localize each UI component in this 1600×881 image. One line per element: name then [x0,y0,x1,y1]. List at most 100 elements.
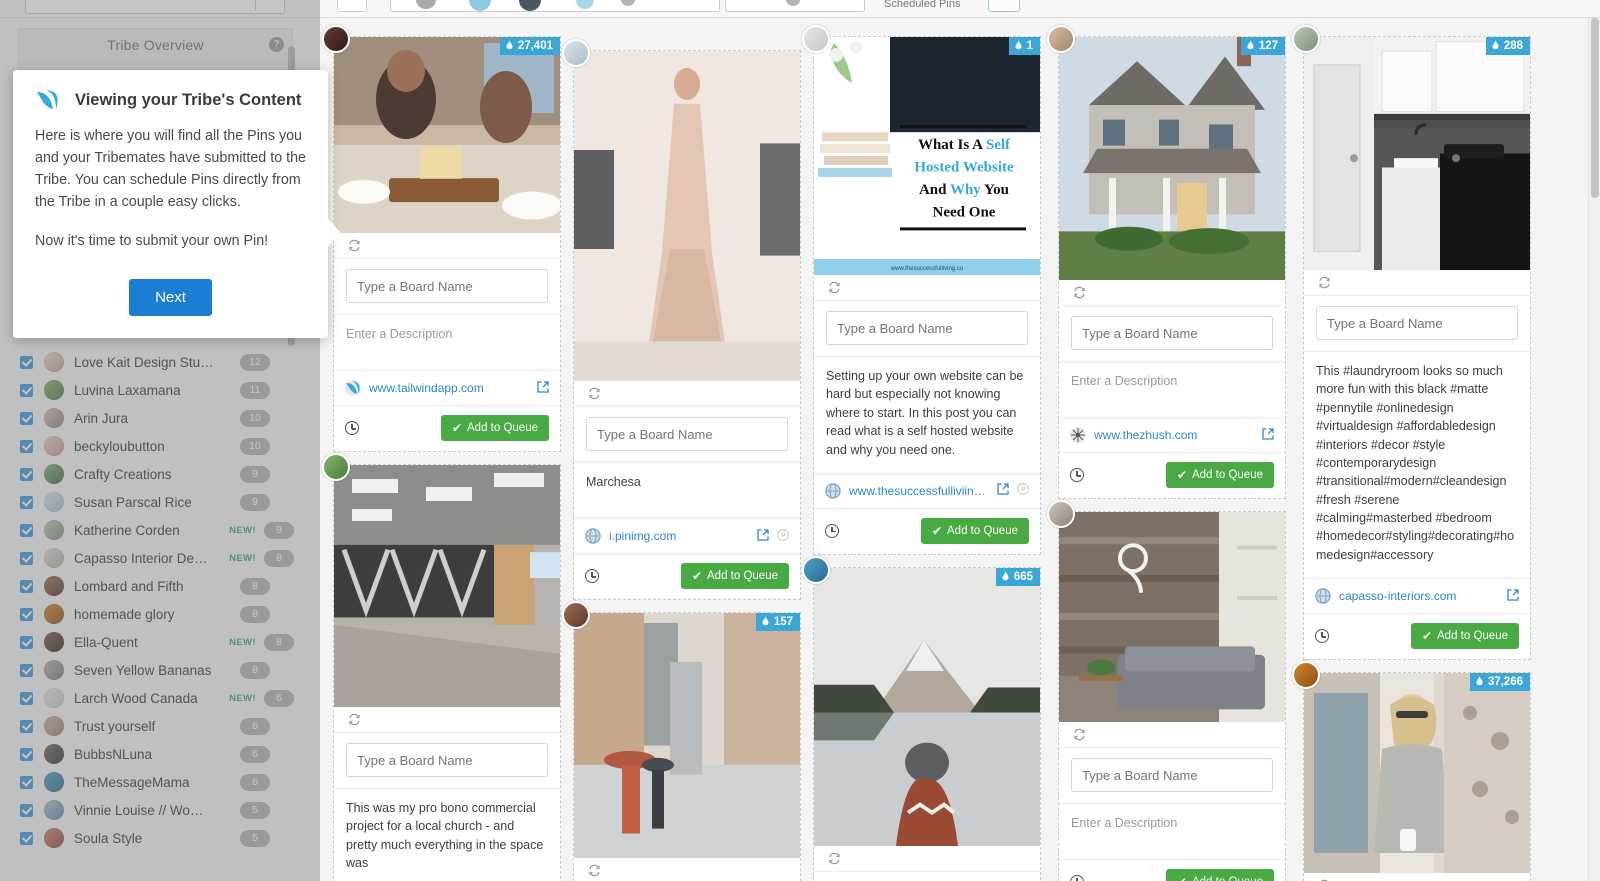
pin-card[interactable]: 127 Enter a Description www.thezhush.com ✔ A… [1047,25,1286,499]
pin-card[interactable]: 37,266Enter a Description✔Add to Queue [1292,661,1531,881]
board-name-input[interactable] [1316,306,1518,340]
add-to-queue-button[interactable]: ✔ Add to Queue [920,517,1029,544]
submitter-avatar[interactable] [1292,25,1320,53]
pin-image[interactable]: 37,266 [1304,673,1530,874]
pin-source-url[interactable]: i.pinimg.com [609,529,749,543]
tribemate-row[interactable]: Love Kait Design Stu… 12 [0,348,308,376]
tribemate-checkbox[interactable] [20,747,33,761]
toolbar-square-button[interactable] [337,0,367,12]
toolbar-select-box[interactable] [25,0,285,14]
tribemate-row[interactable]: homemade glory 8 [0,600,308,628]
pin-image[interactable]: 27,401 [334,37,560,233]
tribemate-checkbox[interactable] [20,467,33,481]
pin-image[interactable] [1059,512,1285,722]
toolbar-icon-b[interactable] [469,0,491,11]
toolbar-icon-f[interactable] [786,0,800,6]
refresh-icon[interactable] [588,864,601,877]
refresh-icon[interactable] [348,239,361,252]
tribemate-checkbox[interactable] [20,411,33,425]
schedule-clock-icon[interactable] [1070,468,1084,482]
pin-card[interactable]: 665Enter a Description✔Add to Queue [802,555,1041,881]
submitter-avatar[interactable] [322,453,350,481]
board-name-input[interactable] [1071,316,1273,350]
tribemate-row[interactable]: Susan Parscal Rice 9 [0,488,308,516]
board-name-input[interactable] [826,311,1028,345]
pin-card[interactable]: 27,401 Enter a Description www.tailwindapp… [322,25,561,452]
pinterest-icon[interactable] [1017,483,1029,498]
pin-description[interactable]: Enter a Description [1059,362,1285,418]
pin-card[interactable]: What Is A Self Hosted Website And Why You N… [802,25,1041,555]
pin-image[interactable]: 157 [574,613,800,858]
external-link-icon[interactable] [997,483,1009,498]
help-icon[interactable]: ? [269,37,284,52]
pin-description[interactable]: This was my pro bono commercial project … [334,789,560,881]
tribemate-row[interactable]: beckyloubutton 10 [0,432,308,460]
schedule-clock-icon[interactable] [1315,629,1329,644]
refresh-icon[interactable] [348,713,361,726]
tribemate-checkbox[interactable] [20,775,33,789]
submitter-avatar[interactable] [1047,25,1075,53]
tribemate-checkbox[interactable] [20,355,33,369]
pin-image[interactable]: 288 [1304,37,1530,270]
submitter-avatar[interactable] [802,555,830,584]
toolbar-select-caret[interactable] [255,0,283,10]
refresh-icon[interactable] [828,852,841,865]
tribemate-checkbox[interactable] [20,495,33,509]
pin-card[interactable]: Marchesa i.pinimg.com ✔ Add to Queue [562,39,801,600]
pin-image[interactable]: What Is A Self Hosted Website And Why You N… [814,37,1040,275]
pin-source-url[interactable]: capasso-interiors.com [1339,589,1499,603]
pin-image[interactable] [574,51,800,381]
tribemate-checkbox[interactable] [20,663,33,677]
pin-card[interactable]: 157Enter a Description✔Add to Queue [562,601,801,881]
tribemate-row[interactable]: Arin Jura 10 [0,404,308,432]
add-to-queue-button[interactable]: ✔ Add to Queue [440,415,549,441]
external-link-icon[interactable] [1262,427,1274,443]
tribemate-checkbox[interactable] [20,383,33,397]
add-to-queue-button[interactable]: ✔ Add to Queue [1410,623,1519,650]
schedule-clock-icon[interactable] [1070,875,1084,881]
tribemate-checkbox[interactable] [20,691,33,705]
tribemate-checkbox[interactable] [20,579,33,593]
tribemate-row[interactable]: Soula Style 5 [0,824,308,852]
tribemate-row[interactable]: Larch Wood Canada NEW! 6 [0,684,308,712]
submitter-avatar[interactable] [322,25,350,53]
schedule-clock-icon[interactable] [825,523,839,538]
pin-card[interactable]: This was my pro bono commercial project … [322,453,561,881]
schedule-clock-icon[interactable] [585,569,599,583]
tribemate-row[interactable]: Luvina Laxamana 11 [0,376,308,404]
toolbar-icon-a[interactable] [416,0,436,9]
pin-image[interactable]: 665 [814,567,1040,846]
page-scrollbar[interactable] [1588,18,1600,881]
pin-source-url[interactable]: www.thesuccessfulliviing.com [849,484,989,498]
schedule-clock-icon[interactable] [345,421,359,435]
tribemate-row[interactable]: TheMessageMama 6 [0,768,308,796]
refresh-icon[interactable] [1073,728,1086,741]
pin-description[interactable]: Enter a Description [1059,804,1285,860]
pin-image[interactable] [334,465,560,707]
board-name-input[interactable] [1071,758,1273,792]
submitter-avatar[interactable] [802,25,830,53]
pin-description[interactable]: This #laundryroom looks so much more fun… [1304,352,1530,580]
tribemate-checkbox[interactable] [20,551,33,565]
toolbar-icon-c[interactable] [519,0,541,11]
refresh-icon[interactable] [588,387,601,400]
submitter-avatar[interactable] [1047,500,1075,528]
external-link-icon[interactable] [1507,588,1519,604]
toolbar-icon-d[interactable] [576,0,594,9]
tooltip-next-button[interactable]: Next [129,279,212,317]
tribemate-row[interactable]: Seven Yellow Bananas 8 [0,656,308,684]
refresh-icon[interactable] [1073,286,1086,299]
pin-description[interactable]: Setting up your own website can be hard … [814,357,1040,474]
page-scrollbar-thumb[interactable] [1591,18,1599,198]
board-name-input[interactable] [586,417,788,451]
pin-source-url[interactable]: www.tailwindapp.com [369,381,529,395]
scheduled-pins-count-box[interactable] [988,0,1020,12]
tribemate-row[interactable]: Lombard and Fifth 8 [0,572,308,600]
board-name-input[interactable] [346,269,548,303]
submitter-avatar[interactable] [562,601,590,629]
add-to-queue-button[interactable]: ✔ Add to Queue [680,563,789,589]
refresh-icon[interactable] [828,281,841,294]
external-link-icon[interactable] [537,380,549,396]
refresh-icon[interactable] [1318,276,1331,289]
pin-card[interactable]: Enter a Description ✔ Add to Queue [1047,500,1286,881]
